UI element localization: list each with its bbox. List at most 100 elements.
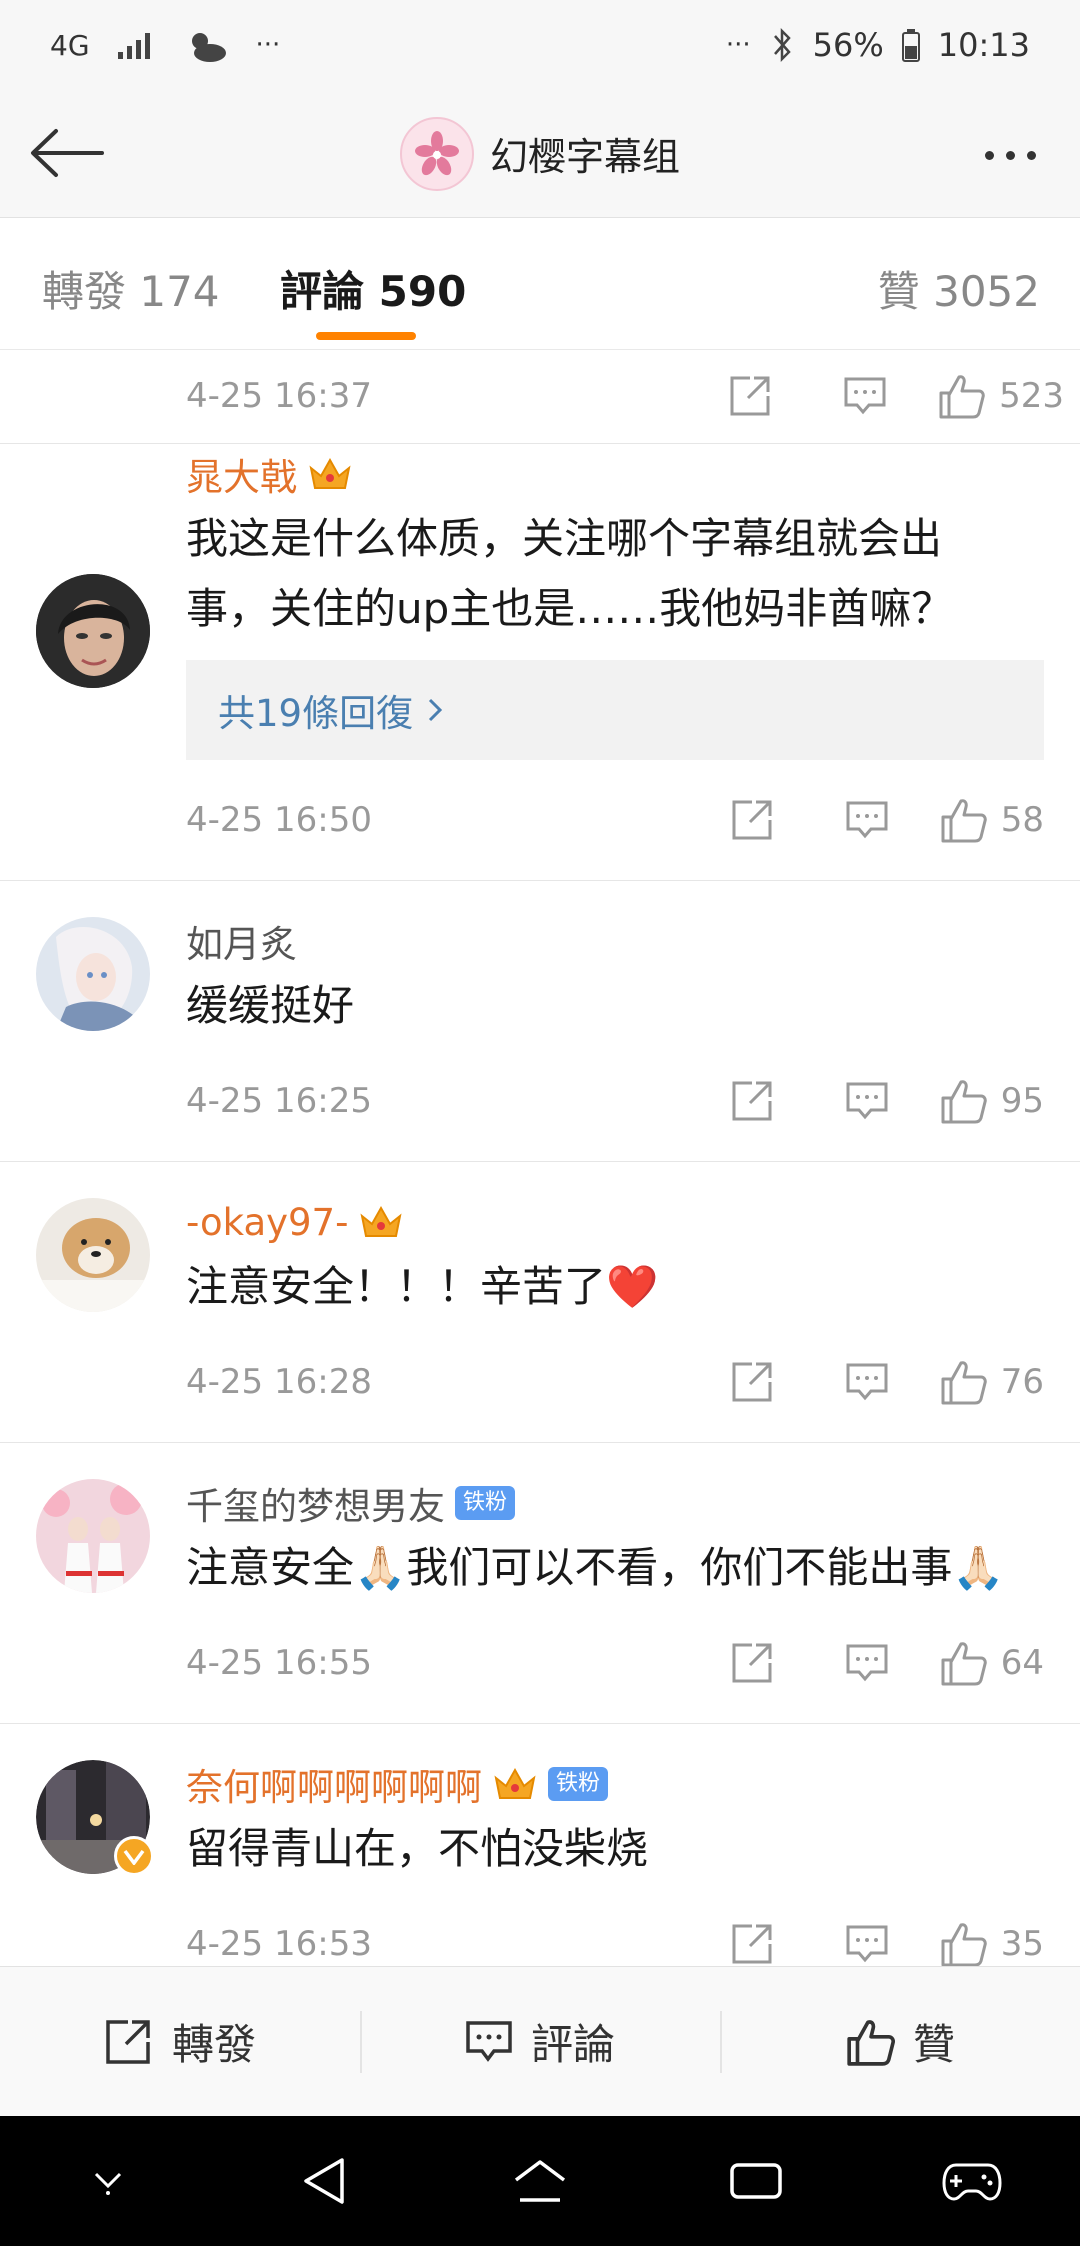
thumbs-up-icon: [941, 1080, 987, 1124]
share-button[interactable]: [711, 1922, 795, 1966]
pray-emoji: 🙏🏻: [354, 1543, 407, 1592]
triangle-back-icon: [304, 2158, 344, 2204]
comment-text: 注意安全🙏🏻我们可以不看，你们不能出事🙏🏻: [186, 1533, 1044, 1603]
share-button[interactable]: [711, 798, 795, 842]
user-photo: [36, 574, 150, 688]
verified-badge: [114, 1836, 154, 1876]
thumbs-up-icon: [941, 1642, 987, 1686]
comment-icon: [846, 1644, 888, 1682]
comment-text: 缓缓挺好: [186, 981, 355, 1030]
comment-text: 我这是什么体质，关注哪个字幕组就会出 事，关住的up主也是……我他妈非酋嘛？: [186, 504, 1044, 644]
username[interactable]: 如月炙: [186, 914, 297, 968]
comment-text-line: 我这是什么体质，关注哪个字幕组就会出: [186, 514, 943, 563]
share-button[interactable]: [711, 1079, 795, 1123]
nav-recents-button[interactable]: [711, 2136, 801, 2226]
share-icon: [732, 800, 772, 840]
comment-author[interactable]: 千玺的梦想男友 铁粉: [186, 1473, 1044, 1533]
sakura-logo-icon: [414, 130, 459, 175]
status-more: ···: [255, 30, 281, 60]
avatar[interactable]: [36, 574, 150, 688]
thumbs-up-icon: [941, 1923, 987, 1967]
comment-icon: [846, 801, 888, 839]
reply-button[interactable]: [825, 1362, 909, 1402]
view-replies-link[interactable]: 共19條回復: [186, 660, 1044, 760]
like-button[interactable]: 523: [937, 373, 1064, 419]
comment-button[interactable]: 評論: [360, 1967, 720, 2116]
nav-back-button[interactable]: [279, 2136, 369, 2226]
username[interactable]: -okay97-: [186, 1201, 348, 1244]
comment-author[interactable]: 晁大戟: [186, 444, 1044, 504]
tab-comments[interactable]: 評論 590: [280, 258, 466, 319]
like-button[interactable]: 贊: [720, 1967, 1080, 2116]
battery-icon: [901, 29, 920, 62]
comment-author[interactable]: 如月炙: [186, 911, 1044, 971]
reply-button[interactable]: [823, 376, 907, 416]
reply-button[interactable]: [825, 1643, 909, 1683]
reply-button[interactable]: [825, 1081, 909, 1121]
share-icon: [730, 376, 770, 416]
system-nav-bar: [0, 2116, 1080, 2246]
comment-text: 留得青山在，不怕没柴烧: [186, 1824, 649, 1873]
thumbs-up-icon: [941, 1361, 987, 1405]
gamepad-icon: [942, 2163, 1002, 2201]
repost-icon: [106, 2019, 150, 2064]
comment-item: 奈何啊啊啊啊啊啊 铁粉 留得青山在，不怕没柴烧 4-25 16:53 35: [0, 1724, 1080, 2005]
comment-meta: 4-25 16:55 64: [186, 1603, 1044, 1723]
account-avatar[interactable]: [399, 116, 474, 191]
more-dots-icon[interactable]: [970, 130, 1050, 180]
status-more-right: ···: [725, 30, 751, 60]
tab-reposts[interactable]: 轉發 174: [42, 258, 220, 319]
like-count: 523: [999, 376, 1064, 416]
avatar[interactable]: [36, 917, 150, 1031]
chevron-down-icon: [94, 2172, 122, 2195]
home-icon: [514, 2160, 566, 2202]
comment-text-line: 事，关住的up主也是……我他妈非酋嘛？: [186, 584, 954, 633]
game-tools-button[interactable]: [927, 2136, 1017, 2226]
username[interactable]: 奈何啊啊啊啊啊啊: [186, 1757, 482, 1811]
comment-item: 4-25 16:37 523: [0, 350, 1080, 444]
comment-text-part: 注意安全: [186, 1543, 355, 1592]
like-button[interactable]: 35: [939, 1921, 1044, 1967]
avatar[interactable]: [36, 1479, 150, 1593]
vip-crown-icon: [494, 1767, 536, 1799]
comment-time: 4-25 16:25: [186, 1081, 372, 1121]
share-button[interactable]: [711, 1360, 795, 1404]
reply-button[interactable]: [825, 800, 909, 840]
like-button[interactable]: 76: [939, 1359, 1044, 1405]
comment-author[interactable]: -okay97-: [186, 1192, 1044, 1252]
comment-time: 4-25 16:55: [186, 1643, 372, 1683]
avatar[interactable]: [36, 1198, 150, 1312]
like-button[interactable]: 64: [939, 1640, 1044, 1686]
replies-label: 共19條回復: [218, 692, 414, 735]
repost-button[interactable]: 轉發: [0, 1967, 360, 2116]
back-button[interactable]: [26, 120, 106, 186]
comment-meta: 4-25 16:50 58: [186, 760, 1044, 880]
thumbs-up-icon: [847, 2019, 895, 2066]
username[interactable]: 晁大戟: [186, 447, 297, 501]
share-icon: [732, 1362, 772, 1402]
user-photo: [36, 1198, 150, 1312]
comment-text: 注意安全！！！辛苦了❤️: [186, 1252, 1044, 1322]
share-button[interactable]: [711, 1641, 795, 1685]
username[interactable]: 千玺的梦想男友: [186, 1476, 445, 1530]
comment-time: 4-25 16:37: [186, 376, 372, 416]
like-button[interactable]: 58: [939, 797, 1044, 843]
nav-home-button[interactable]: [495, 2136, 585, 2226]
fan-badge: 铁粉: [548, 1767, 609, 1801]
page-title[interactable]: 幻樱字幕组: [490, 126, 680, 181]
avatar[interactable]: [36, 1760, 154, 1876]
like-count: 58: [1000, 800, 1044, 840]
share-icon: [732, 1643, 772, 1683]
comment-label: 評論: [530, 2020, 615, 2069]
comment-meta: 4-25 16:37 523: [186, 350, 1064, 442]
like-button[interactable]: 95: [939, 1078, 1044, 1124]
vip-crown-icon: [309, 457, 351, 489]
user-photo: [36, 917, 150, 1031]
reply-button[interactable]: [825, 1924, 909, 1964]
comment-author[interactable]: 奈何啊啊啊啊啊啊 铁粉: [186, 1754, 1044, 1814]
tab-likes[interactable]: 贊 3052: [878, 258, 1040, 319]
share-button[interactable]: [709, 374, 793, 418]
like-count: 95: [1000, 1081, 1044, 1121]
hide-keyboard-button[interactable]: [63, 2136, 153, 2226]
comment-icon: [846, 1363, 888, 1401]
